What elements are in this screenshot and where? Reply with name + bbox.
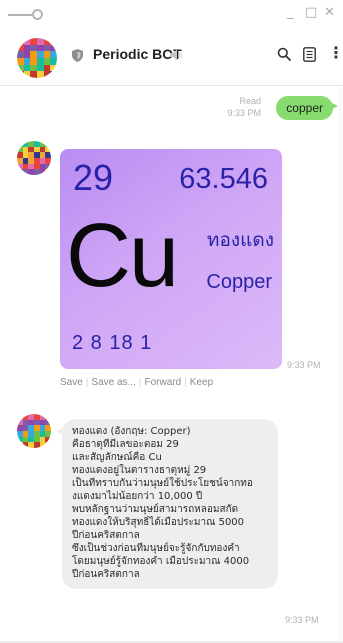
scrollbar-track[interactable] <box>339 87 343 643</box>
notes-icon[interactable] <box>303 47 316 62</box>
forward-link[interactable]: Forward <box>144 377 181 388</box>
message-line: คือธาตุที่มีเลขอะตอม 29 <box>72 439 179 450</box>
avatar-tile <box>43 44 51 52</box>
avatar-tile <box>30 44 37 52</box>
outgoing-message[interactable]: copper <box>276 96 338 120</box>
avatar-tile <box>17 57 24 65</box>
avatar-tile <box>17 38 24 45</box>
avatar-tile <box>43 71 51 78</box>
message-line: โดยมนุษย์รู้จักทองคำ เมื่อประมาณ 4000 <box>72 556 250 567</box>
avatar-tile <box>17 51 24 58</box>
avatar-tile <box>50 44 57 52</box>
avatar-tile <box>30 51 37 58</box>
sender-avatar[interactable] <box>17 141 51 175</box>
atomic-number: 29 <box>73 157 114 198</box>
window-titlebar: _ □ ✕ <box>0 0 343 30</box>
sender-avatar[interactable] <box>17 414 51 448</box>
avatar-tile <box>36 57 44 65</box>
avatar-tile <box>36 44 44 52</box>
avatar-tile <box>36 71 44 78</box>
bot-name: Periodic BOT <box>93 46 182 62</box>
message-line: ทองแดงอยู่ในตารางธาตุหมู่ 29 <box>72 465 207 476</box>
avatar-tile <box>30 71 37 78</box>
avatar-tile <box>30 38 37 45</box>
avatar-tile <box>17 44 24 52</box>
avatar-tile <box>43 64 51 72</box>
minimize-button[interactable]: _ <box>287 5 294 20</box>
separator: | <box>138 377 142 388</box>
avatar-tile <box>50 38 57 45</box>
pin-line <box>8 14 34 16</box>
message-meta: Read 9:33 PM <box>227 95 261 119</box>
separator: | <box>184 377 187 388</box>
avatar-tile <box>17 64 24 72</box>
element-english-name: Copper <box>206 271 272 293</box>
avatar-tile <box>23 71 31 78</box>
incoming-message[interactable]: ทองแดง (อังกฤษ: Copper) คือธาตุที่มีเลขอ… <box>56 419 278 589</box>
avatar-tile <box>50 64 57 72</box>
message-time: 9:33 PM <box>287 360 321 370</box>
message-line: ทองแดง (อังกฤษ: Copper) <box>72 426 191 437</box>
message-line: ทองแดงให้บริสุทธิ์ได้เมื่อประมาณ 5000 <box>72 517 245 528</box>
chat-header: Periodic BOT ⋮ <box>0 30 343 86</box>
avatar-tile <box>36 38 44 45</box>
mute-icon <box>170 49 183 61</box>
avatar-tile <box>50 51 57 58</box>
avatar-tile <box>30 57 37 65</box>
avatar-tile <box>36 51 44 58</box>
message-line: และสัญลักษณ์คือ Cu <box>72 452 162 463</box>
message-time: 9:33 PM <box>285 615 319 625</box>
atomic-mass: 63.546 <box>179 163 268 195</box>
avatar-tile <box>50 57 57 65</box>
avatar-tile <box>36 64 44 72</box>
message-line: ปีก่อนคริสตกาล <box>72 530 140 541</box>
message-line: พบหลักฐานว่ามนุษย์สามารถหลอมสกัด <box>72 504 239 515</box>
avatar-tile <box>43 51 51 58</box>
avatar-tile <box>23 51 31 58</box>
read-receipt: Read <box>239 96 261 106</box>
chat-area: Read 9:33 PM copper 29 63.546 Cu ทองแดง … <box>0 87 343 643</box>
avatar-tile <box>23 57 31 65</box>
electron-shells: 2 8 18 1 <box>72 332 153 354</box>
avatar-tile <box>23 38 31 45</box>
close-button[interactable]: ✕ <box>324 5 335 20</box>
maximize-button[interactable]: □ <box>305 5 317 20</box>
keep-link[interactable]: Keep <box>190 377 213 388</box>
avatar-tile <box>17 71 24 78</box>
separator: | <box>85 377 89 388</box>
avatar-tile <box>43 38 51 45</box>
image-actions: Save | Save as... | Forward | Keep <box>60 377 213 388</box>
element-thai-name: ทองแดง <box>206 230 274 251</box>
search-icon[interactable] <box>277 47 291 61</box>
avatar-tile <box>30 64 37 72</box>
message-line: เป็นที่ทราบกันว่ามนุษย์ใช้ประโยชน์จากทอ <box>72 478 253 489</box>
avatar-tile <box>43 57 51 65</box>
message-time: 9:33 PM <box>227 108 261 118</box>
pin-icon[interactable] <box>32 9 43 20</box>
shield-icon <box>72 49 83 62</box>
save-as-link[interactable]: Save as... <box>91 377 135 388</box>
avatar-tile <box>45 169 51 175</box>
bot-avatar[interactable] <box>17 38 57 78</box>
avatar-tile <box>23 44 31 52</box>
avatar-tile <box>23 64 31 72</box>
element-card-image[interactable]: 29 63.546 Cu ทองแดง Copper 2 8 18 1 <box>60 149 282 369</box>
message-line: ซึ่งเป็นช่วงก่อนที่มนุษย์จะรู้จักกับทองค… <box>72 543 240 554</box>
element-symbol: Cu <box>66 206 179 306</box>
avatar-tile <box>50 71 57 78</box>
save-link[interactable]: Save <box>60 377 83 388</box>
avatar-tile <box>45 442 51 448</box>
more-icon[interactable]: ⋮ <box>328 43 343 62</box>
message-line: ปีก่อนคริสตกาล <box>72 569 140 580</box>
message-line: งแดงมาไม่น้อยกว่า 10,000 ปี <box>72 491 203 502</box>
